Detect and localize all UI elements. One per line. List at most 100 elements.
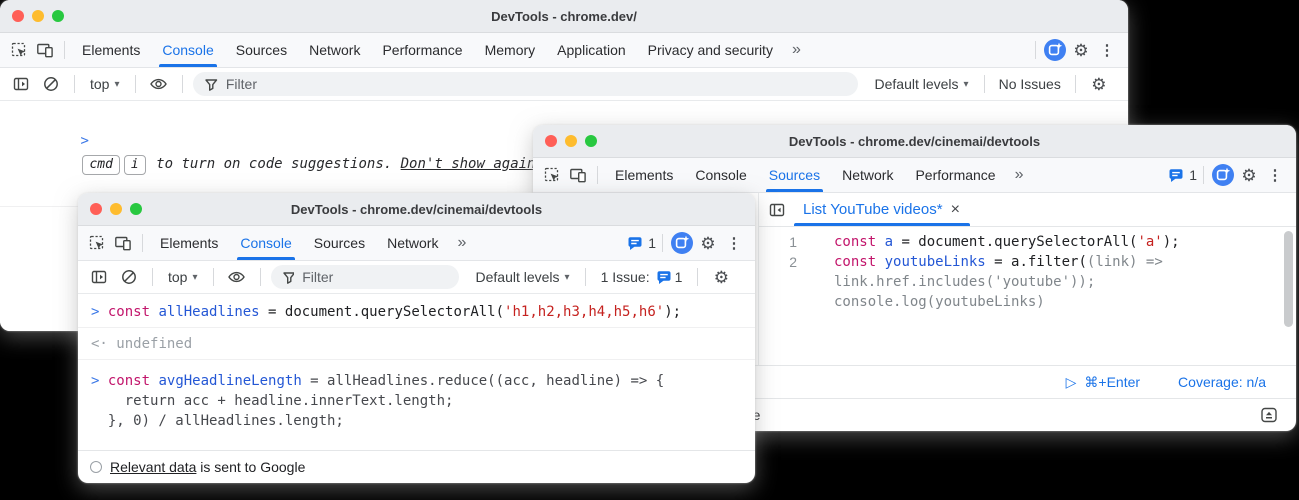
inspect-element-icon[interactable] xyxy=(84,230,110,256)
console-command: > const allHeadlines = document.querySel… xyxy=(78,294,755,328)
close-tab-icon[interactable]: × xyxy=(951,201,960,219)
file-tab-label: List YouTube videos* xyxy=(803,201,943,218)
more-tabs-icon[interactable]: » xyxy=(784,41,808,59)
zoom-window-button[interactable] xyxy=(52,10,64,22)
tab-privacy-security[interactable]: Privacy and security xyxy=(637,33,784,67)
live-expression-eye-icon[interactable] xyxy=(146,71,172,97)
ai-assistance-icon[interactable] xyxy=(1042,37,1068,63)
expand-drawer-eject-icon[interactable] xyxy=(1256,402,1282,428)
device-toolbar-icon[interactable] xyxy=(565,162,591,188)
console-sidebar-toggle-icon[interactable] xyxy=(8,71,34,97)
close-window-button[interactable] xyxy=(12,10,24,22)
minimize-window-button[interactable] xyxy=(110,203,122,215)
chevron-down-icon: ▾ xyxy=(114,79,119,90)
javascript-context-selector[interactable]: top ▾ xyxy=(163,269,203,285)
device-toolbar-icon[interactable] xyxy=(32,37,58,63)
issues-counter-icon[interactable] xyxy=(625,230,645,256)
tab-elements[interactable]: Elements xyxy=(71,33,151,67)
file-tab-list-youtube-videos[interactable]: List YouTube videos* × xyxy=(794,193,970,226)
divider xyxy=(135,75,136,93)
console-toolbar: top ▾ Default levels ▾ 1 Issue: 1 ⚙ xyxy=(78,261,755,294)
chevron-down-icon: ▾ xyxy=(192,272,197,283)
issues-status[interactable]: 1 Issue: 1 xyxy=(596,269,688,285)
default-levels-selector[interactable]: Default levels ▾ xyxy=(471,269,575,285)
tab-console[interactable]: Console xyxy=(151,33,224,67)
run-snippet-button[interactable]: ▷ ⌘+Enter xyxy=(1066,374,1140,391)
zoom-window-button[interactable] xyxy=(130,203,142,215)
hide-navigator-icon[interactable] xyxy=(764,197,790,223)
minimize-window-button[interactable] xyxy=(565,135,577,147)
filter-input[interactable] xyxy=(300,268,448,286)
privacy-notice-bar: Relevant data is sent to Google xyxy=(78,450,755,483)
tab-application[interactable]: Application xyxy=(546,33,637,67)
file-tab-strip: List YouTube videos* × xyxy=(759,193,1296,227)
tab-elements[interactable]: Elements xyxy=(604,158,684,192)
tab-performance[interactable]: Performance xyxy=(371,33,473,67)
console-settings-gear-icon[interactable]: ⚙ xyxy=(708,264,734,290)
tab-console[interactable]: Console xyxy=(684,158,757,192)
console-settings-gear-icon[interactable]: ⚙ xyxy=(1086,71,1112,97)
issues-counter-icon[interactable] xyxy=(1166,162,1186,188)
dont-show-again-link[interactable]: Don't show again xyxy=(401,156,536,172)
tab-network[interactable]: Network xyxy=(298,33,371,67)
ai-assistance-icon[interactable] xyxy=(669,230,695,256)
ai-assistance-icon[interactable] xyxy=(1210,162,1236,188)
kebab-menu-icon[interactable]: ⋮ xyxy=(721,230,747,256)
inspect-element-icon[interactable] xyxy=(539,162,565,188)
prompt-chevron-icon: > xyxy=(80,133,88,149)
tab-performance[interactable]: Performance xyxy=(904,158,1006,192)
tab-network[interactable]: Network xyxy=(831,158,904,192)
issues-count[interactable]: 1 xyxy=(1189,167,1197,183)
tab-sources[interactable]: Sources xyxy=(225,33,298,67)
minimize-window-button[interactable] xyxy=(32,10,44,22)
relevant-data-link[interactable]: Relevant data xyxy=(110,459,196,475)
settings-gear-icon[interactable]: ⚙ xyxy=(695,230,721,256)
zoom-window-button[interactable] xyxy=(585,135,597,147)
issues-status[interactable]: No Issues xyxy=(995,76,1065,92)
divider xyxy=(1203,166,1204,184)
filter-input[interactable] xyxy=(224,75,848,93)
divider xyxy=(152,268,153,286)
privacy-notice-text: is sent to Google xyxy=(196,459,305,475)
coverage-link[interactable]: Coverage: n/a xyxy=(1178,374,1266,390)
settings-gear-icon[interactable]: ⚙ xyxy=(1068,37,1094,63)
line-number: 2 xyxy=(759,252,807,272)
divider xyxy=(597,166,598,184)
inspect-element-icon[interactable] xyxy=(6,37,32,63)
tab-memory[interactable]: Memory xyxy=(474,33,547,67)
live-expression-eye-icon[interactable] xyxy=(224,264,250,290)
tab-network[interactable]: Network xyxy=(376,226,449,260)
tab-sources[interactable]: Sources xyxy=(758,158,831,192)
window-title: DevTools - chrome.dev/cinemai/devtools xyxy=(78,202,755,217)
console-messages[interactable]: > const allHeadlines = document.querySel… xyxy=(78,294,755,450)
issues-count[interactable]: 1 xyxy=(648,235,656,251)
tab-sources[interactable]: Sources xyxy=(303,226,376,260)
clear-console-icon[interactable] xyxy=(116,264,142,290)
kebab-menu-icon[interactable]: ⋮ xyxy=(1262,162,1288,188)
console-sidebar-toggle-icon[interactable] xyxy=(86,264,112,290)
filter-funnel-icon xyxy=(203,76,218,93)
traffic-lights xyxy=(545,125,597,157)
divider xyxy=(697,268,698,286)
title-bar: DevTools - chrome.dev/ xyxy=(0,0,1128,33)
javascript-context-selector[interactable]: top ▾ xyxy=(85,76,125,92)
device-toolbar-icon[interactable] xyxy=(110,230,136,256)
divider xyxy=(64,41,65,59)
code-editor[interactable]: 1 const a = document.querySelectorAll('a… xyxy=(759,227,1296,365)
window-title: DevTools - chrome.dev/ xyxy=(0,9,1128,24)
play-icon: ▷ xyxy=(1066,374,1077,391)
issues-count: 1 xyxy=(675,269,683,285)
settings-gear-icon[interactable]: ⚙ xyxy=(1236,162,1262,188)
tab-elements[interactable]: Elements xyxy=(149,226,229,260)
clear-console-icon[interactable] xyxy=(38,71,64,97)
default-levels-selector[interactable]: Default levels ▾ xyxy=(870,76,974,92)
more-tabs-icon[interactable]: » xyxy=(449,234,473,252)
i-keycap: i xyxy=(124,155,146,175)
editor-scrollbar[interactable] xyxy=(1284,231,1293,327)
more-tabs-icon[interactable]: » xyxy=(1007,166,1031,184)
close-window-button[interactable] xyxy=(90,203,102,215)
run-shortcut: ⌘+Enter xyxy=(1084,374,1140,391)
close-window-button[interactable] xyxy=(545,135,557,147)
tab-console[interactable]: Console xyxy=(229,226,302,260)
kebab-menu-icon[interactable]: ⋮ xyxy=(1094,37,1120,63)
